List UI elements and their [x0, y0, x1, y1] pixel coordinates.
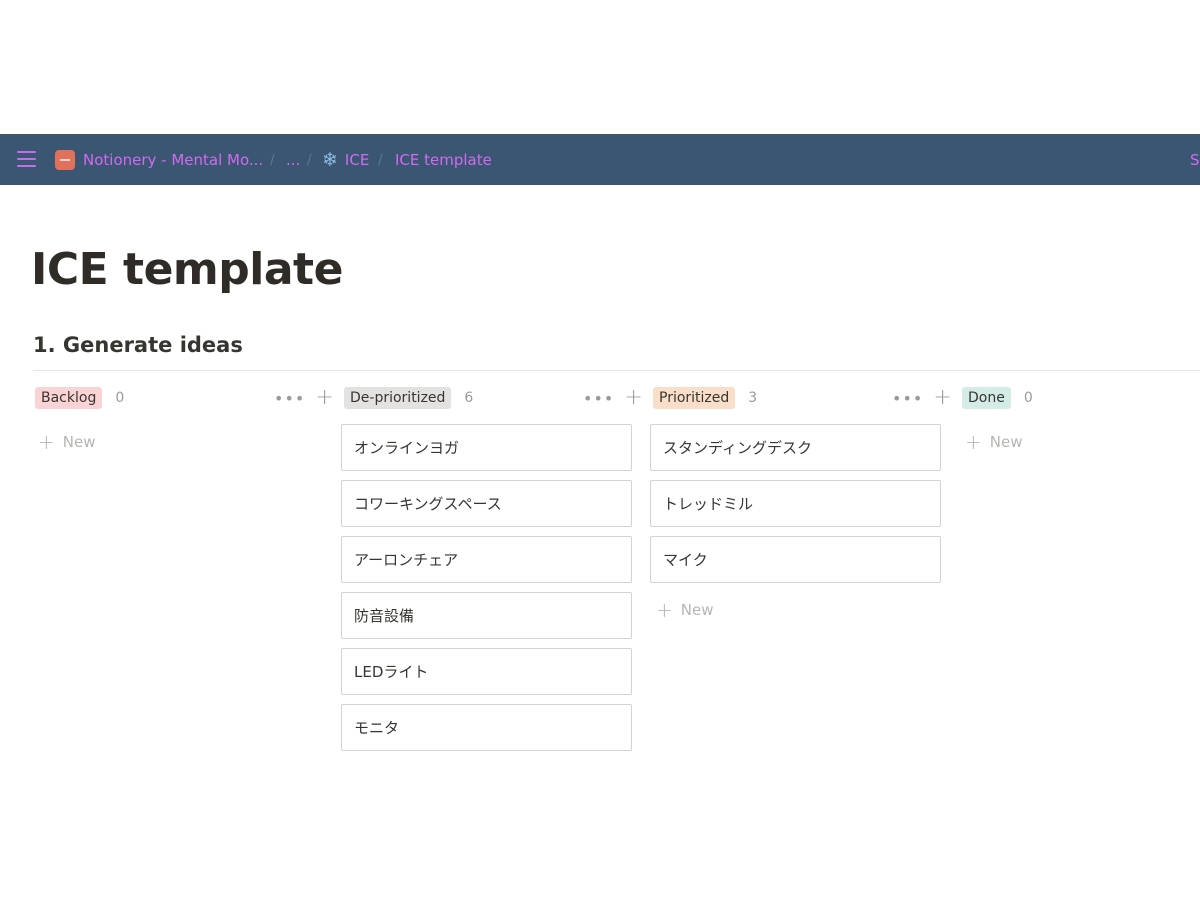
breadcrumb-ellipsis-label: ...	[286, 150, 301, 169]
breadcrumb-ice-template[interactable]: ICE template	[395, 134, 492, 185]
column-actions-backlog: ••• +	[274, 386, 334, 410]
column-tag-de-prioritized[interactable]: De-prioritized	[344, 387, 452, 409]
column-header-de-prioritized: De-prioritized 6	[344, 386, 473, 410]
breadcrumb-ellipsis[interactable]: ...	[286, 134, 300, 185]
divider	[33, 370, 1200, 371]
new-label: New	[989, 433, 1023, 451]
new-card-button-prioritized[interactable]: + New	[656, 598, 713, 622]
column-tag-done[interactable]: Done	[962, 387, 1011, 409]
add-icon[interactable]: +	[624, 387, 642, 409]
column-header-done: Done 0	[962, 386, 1033, 410]
column-count: 6	[464, 390, 474, 406]
new-label: New	[62, 433, 96, 451]
workspace-icon	[55, 149, 75, 170]
breadcrumb-separator: /	[270, 151, 275, 168]
breadcrumb-workspace[interactable]: Notionery - Mental Mo...	[55, 134, 263, 185]
card[interactable]: LEDライト	[341, 648, 632, 695]
more-icon[interactable]: •••	[583, 389, 614, 408]
plus-icon: +	[38, 430, 55, 454]
breadcrumb-separator: /	[307, 151, 312, 168]
card[interactable]: コワーキングスペース	[341, 480, 632, 527]
plus-icon: +	[965, 430, 982, 454]
more-icon[interactable]: •••	[274, 389, 305, 408]
more-icon[interactable]: •••	[892, 389, 923, 408]
card[interactable]: マイク	[650, 536, 941, 583]
new-label: New	[680, 601, 714, 619]
card[interactable]: 防音設備	[341, 592, 632, 639]
breadcrumb-ice[interactable]: ❄ ICE	[322, 134, 369, 185]
new-card-button-done[interactable]: + New	[965, 430, 1022, 454]
snowflake-icon: ❄	[322, 148, 338, 171]
column-actions-de-prioritized: ••• +	[583, 386, 643, 410]
card[interactable]: モニタ	[341, 704, 632, 751]
add-icon[interactable]: +	[315, 387, 333, 409]
menu-icon[interactable]	[17, 151, 36, 167]
column-count: 0	[115, 390, 125, 406]
column-count: 3	[748, 390, 758, 406]
section-title: 1. Generate ideas	[33, 333, 243, 357]
add-icon[interactable]: +	[933, 387, 951, 409]
breadcrumb-separator: /	[378, 151, 383, 168]
column-count: 0	[1023, 390, 1033, 406]
column-tag-prioritized[interactable]: Prioritized	[653, 387, 736, 409]
breadcrumb-workspace-label: Notionery - Mental Mo...	[83, 150, 264, 169]
column-tag-backlog[interactable]: Backlog	[35, 387, 103, 409]
column-header-prioritized: Prioritized 3	[653, 386, 757, 410]
card[interactable]: スタンディングデスク	[650, 424, 941, 471]
column-header-backlog: Backlog 0	[35, 386, 124, 410]
card[interactable]: アーロンチェア	[341, 536, 632, 583]
top-bar: Notionery - Mental Mo... / ... / ❄ ICE /…	[0, 134, 1200, 185]
page-title: ICE template	[31, 244, 343, 295]
column-actions-prioritized: ••• +	[892, 386, 952, 410]
card[interactable]: トレッドミル	[650, 480, 941, 527]
breadcrumb-ice-template-label: ICE template	[395, 150, 492, 169]
card[interactable]: オンラインヨガ	[341, 424, 632, 471]
breadcrumb-ice-label: ICE	[344, 150, 370, 169]
share-button[interactable]: S	[1190, 134, 1200, 185]
plus-icon: +	[656, 598, 673, 622]
new-card-button-backlog[interactable]: + New	[38, 430, 95, 454]
